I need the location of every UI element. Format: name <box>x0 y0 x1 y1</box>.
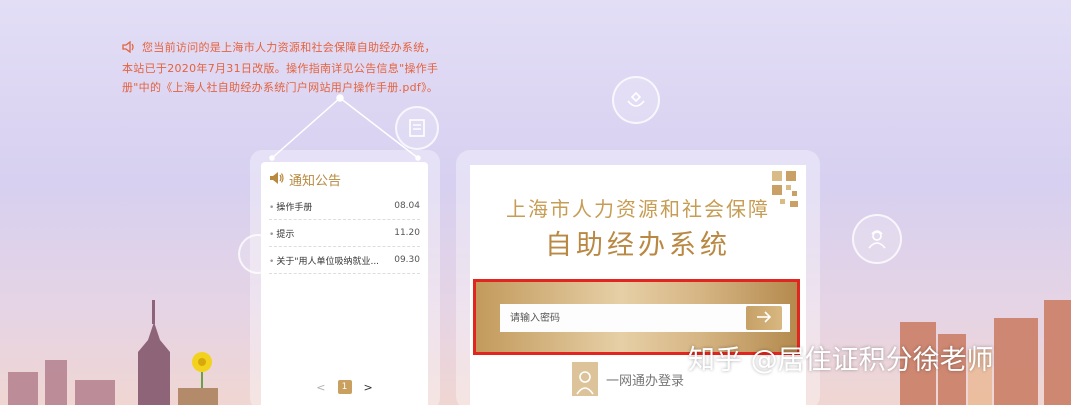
notice-item-title[interactable]: 操作手册 <box>276 203 312 213</box>
login-page: 您当前访问的是上海市人力资源和社会保障自助经办系统，本站已于2020年7月31日… <box>0 0 1071 405</box>
zhihu-watermark: 知乎 @居住证积分徐老师 <box>688 345 994 376</box>
megaphone-icon <box>269 170 285 189</box>
notice-item-date: 11.20 <box>394 228 420 238</box>
password-field <box>500 304 790 332</box>
notice-item-title[interactable]: 提示 <box>276 230 294 240</box>
pager-page-current[interactable]: 1 <box>337 380 352 394</box>
notice-item-date: 09.30 <box>394 255 420 265</box>
pager-prev-button[interactable]: < <box>316 381 325 394</box>
notice-item[interactable]: • 关于"用人单位吸纳就业... 09.30 <box>269 247 420 274</box>
password-input[interactable] <box>500 311 742 325</box>
worker-icon <box>852 214 902 264</box>
notice-item[interactable]: • 提示 11.20 <box>269 220 420 247</box>
support-icon <box>612 76 660 124</box>
site-notice-text: 您当前访问的是上海市人力资源和社会保障自助经办系统，本站已于2020年7月31日… <box>122 41 439 94</box>
notice-item-date: 08.04 <box>394 201 420 211</box>
notice-item[interactable]: • 操作手册 08.04 <box>269 193 420 220</box>
one-net-login-link[interactable]: 一网通办登录 <box>572 362 684 396</box>
person-icon <box>572 362 598 396</box>
notice-panel-title: 通知公告 <box>289 174 342 189</box>
login-submit-button[interactable] <box>746 306 782 330</box>
arrow-right-icon <box>755 309 773 328</box>
site-notice: 您当前访问的是上海市人力资源和社会保障自助经办系统，本站已于2020年7月31日… <box>122 38 442 97</box>
document-icon <box>395 106 439 150</box>
notice-item-title[interactable]: 关于"用人单位吸纳就业... <box>276 257 379 267</box>
login-title-org: 上海市人力资源和社会保障 <box>506 197 770 221</box>
pager-next-button[interactable]: > <box>364 381 373 394</box>
login-title-system: 自助经办系统 <box>545 230 731 261</box>
one-net-login-label[interactable]: 一网通办登录 <box>606 370 684 389</box>
notice-pager: < 1 > <box>261 380 428 394</box>
notice-panel-header: 通知公告 <box>261 162 428 193</box>
speaker-icon <box>122 40 136 59</box>
notice-panel: 通知公告 • 操作手册 08.04 • 提示 11.20 • 关于"用人单位吸纳就业.… <box>261 162 428 405</box>
